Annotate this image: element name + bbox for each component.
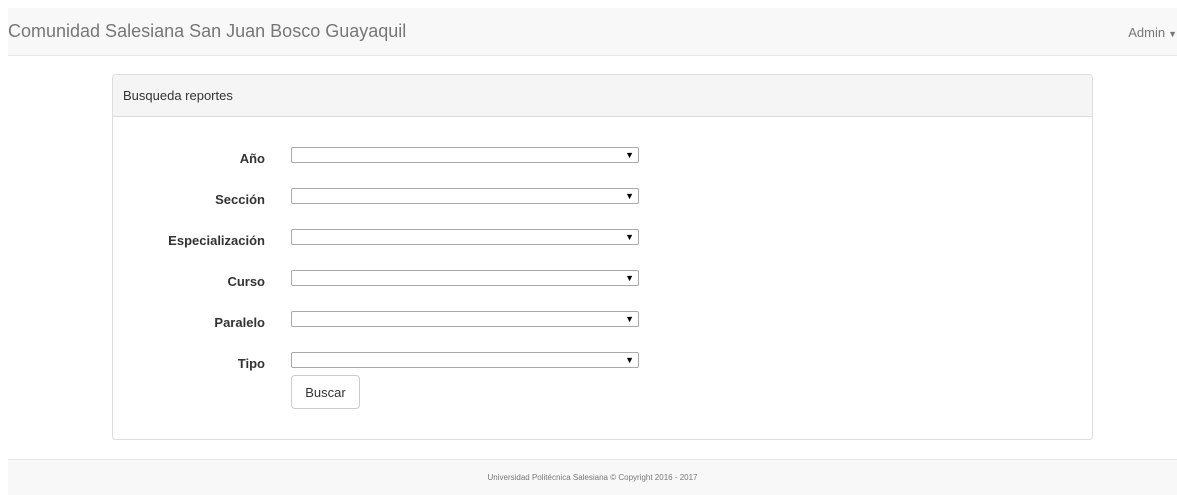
form-row-anio: Año ▼	[113, 147, 1094, 171]
field-label-paralelo: Paralelo	[214, 315, 265, 330]
main-content: Busqueda reportes Año ▼ Sección ▼ Especi…	[8, 56, 1177, 459]
select-curso[interactable]: ▼	[291, 270, 639, 286]
select-paralelo[interactable]: ▼	[291, 311, 639, 327]
top-navbar: Comunidad Salesiana San Juan Bosco Guaya…	[8, 8, 1177, 56]
caret-down-icon: ▼	[1168, 28, 1177, 39]
field-label-seccion: Sección	[215, 192, 265, 207]
select-seccion[interactable]: ▼	[291, 188, 639, 204]
form-row-tipo: Tipo ▼	[113, 352, 1094, 376]
select-anio[interactable]: ▼	[291, 147, 639, 163]
dropdown-arrow-icon: ▼	[625, 191, 634, 201]
user-menu-dropdown[interactable]: Admin ▼	[1128, 25, 1177, 40]
panel-title: Busqueda reportes	[113, 75, 1092, 117]
dropdown-arrow-icon: ▼	[625, 273, 634, 283]
field-label-tipo: Tipo	[237, 356, 265, 371]
field-label-especializacion: Especialización	[168, 233, 265, 248]
form-row-especializacion: Especialización ▼	[113, 229, 1094, 253]
form-row-seccion: Sección ▼	[113, 188, 1094, 212]
search-button[interactable]: Buscar	[291, 375, 360, 409]
site-brand[interactable]: Comunidad Salesiana San Juan Bosco Guaya…	[8, 21, 406, 42]
user-menu-label: Admin	[1128, 25, 1166, 40]
footer-copyright: Universidad Politécnica Salesiana © Copy…	[487, 473, 698, 482]
field-label-anio: Año	[239, 151, 265, 166]
select-especializacion[interactable]: ▼	[291, 229, 639, 245]
page-footer: Universidad Politécnica Salesiana © Copy…	[8, 459, 1177, 495]
dropdown-arrow-icon: ▼	[625, 150, 634, 160]
dropdown-arrow-icon: ▼	[625, 314, 634, 324]
form-row-curso: Curso ▼	[113, 270, 1094, 294]
dropdown-arrow-icon: ▼	[625, 355, 634, 365]
select-tipo[interactable]: ▼	[291, 352, 639, 368]
field-label-curso: Curso	[227, 274, 265, 289]
form-row-paralelo: Paralelo ▼	[113, 311, 1094, 335]
search-panel: Busqueda reportes Año ▼ Sección ▼ Especi…	[112, 74, 1093, 440]
dropdown-arrow-icon: ▼	[625, 232, 634, 242]
